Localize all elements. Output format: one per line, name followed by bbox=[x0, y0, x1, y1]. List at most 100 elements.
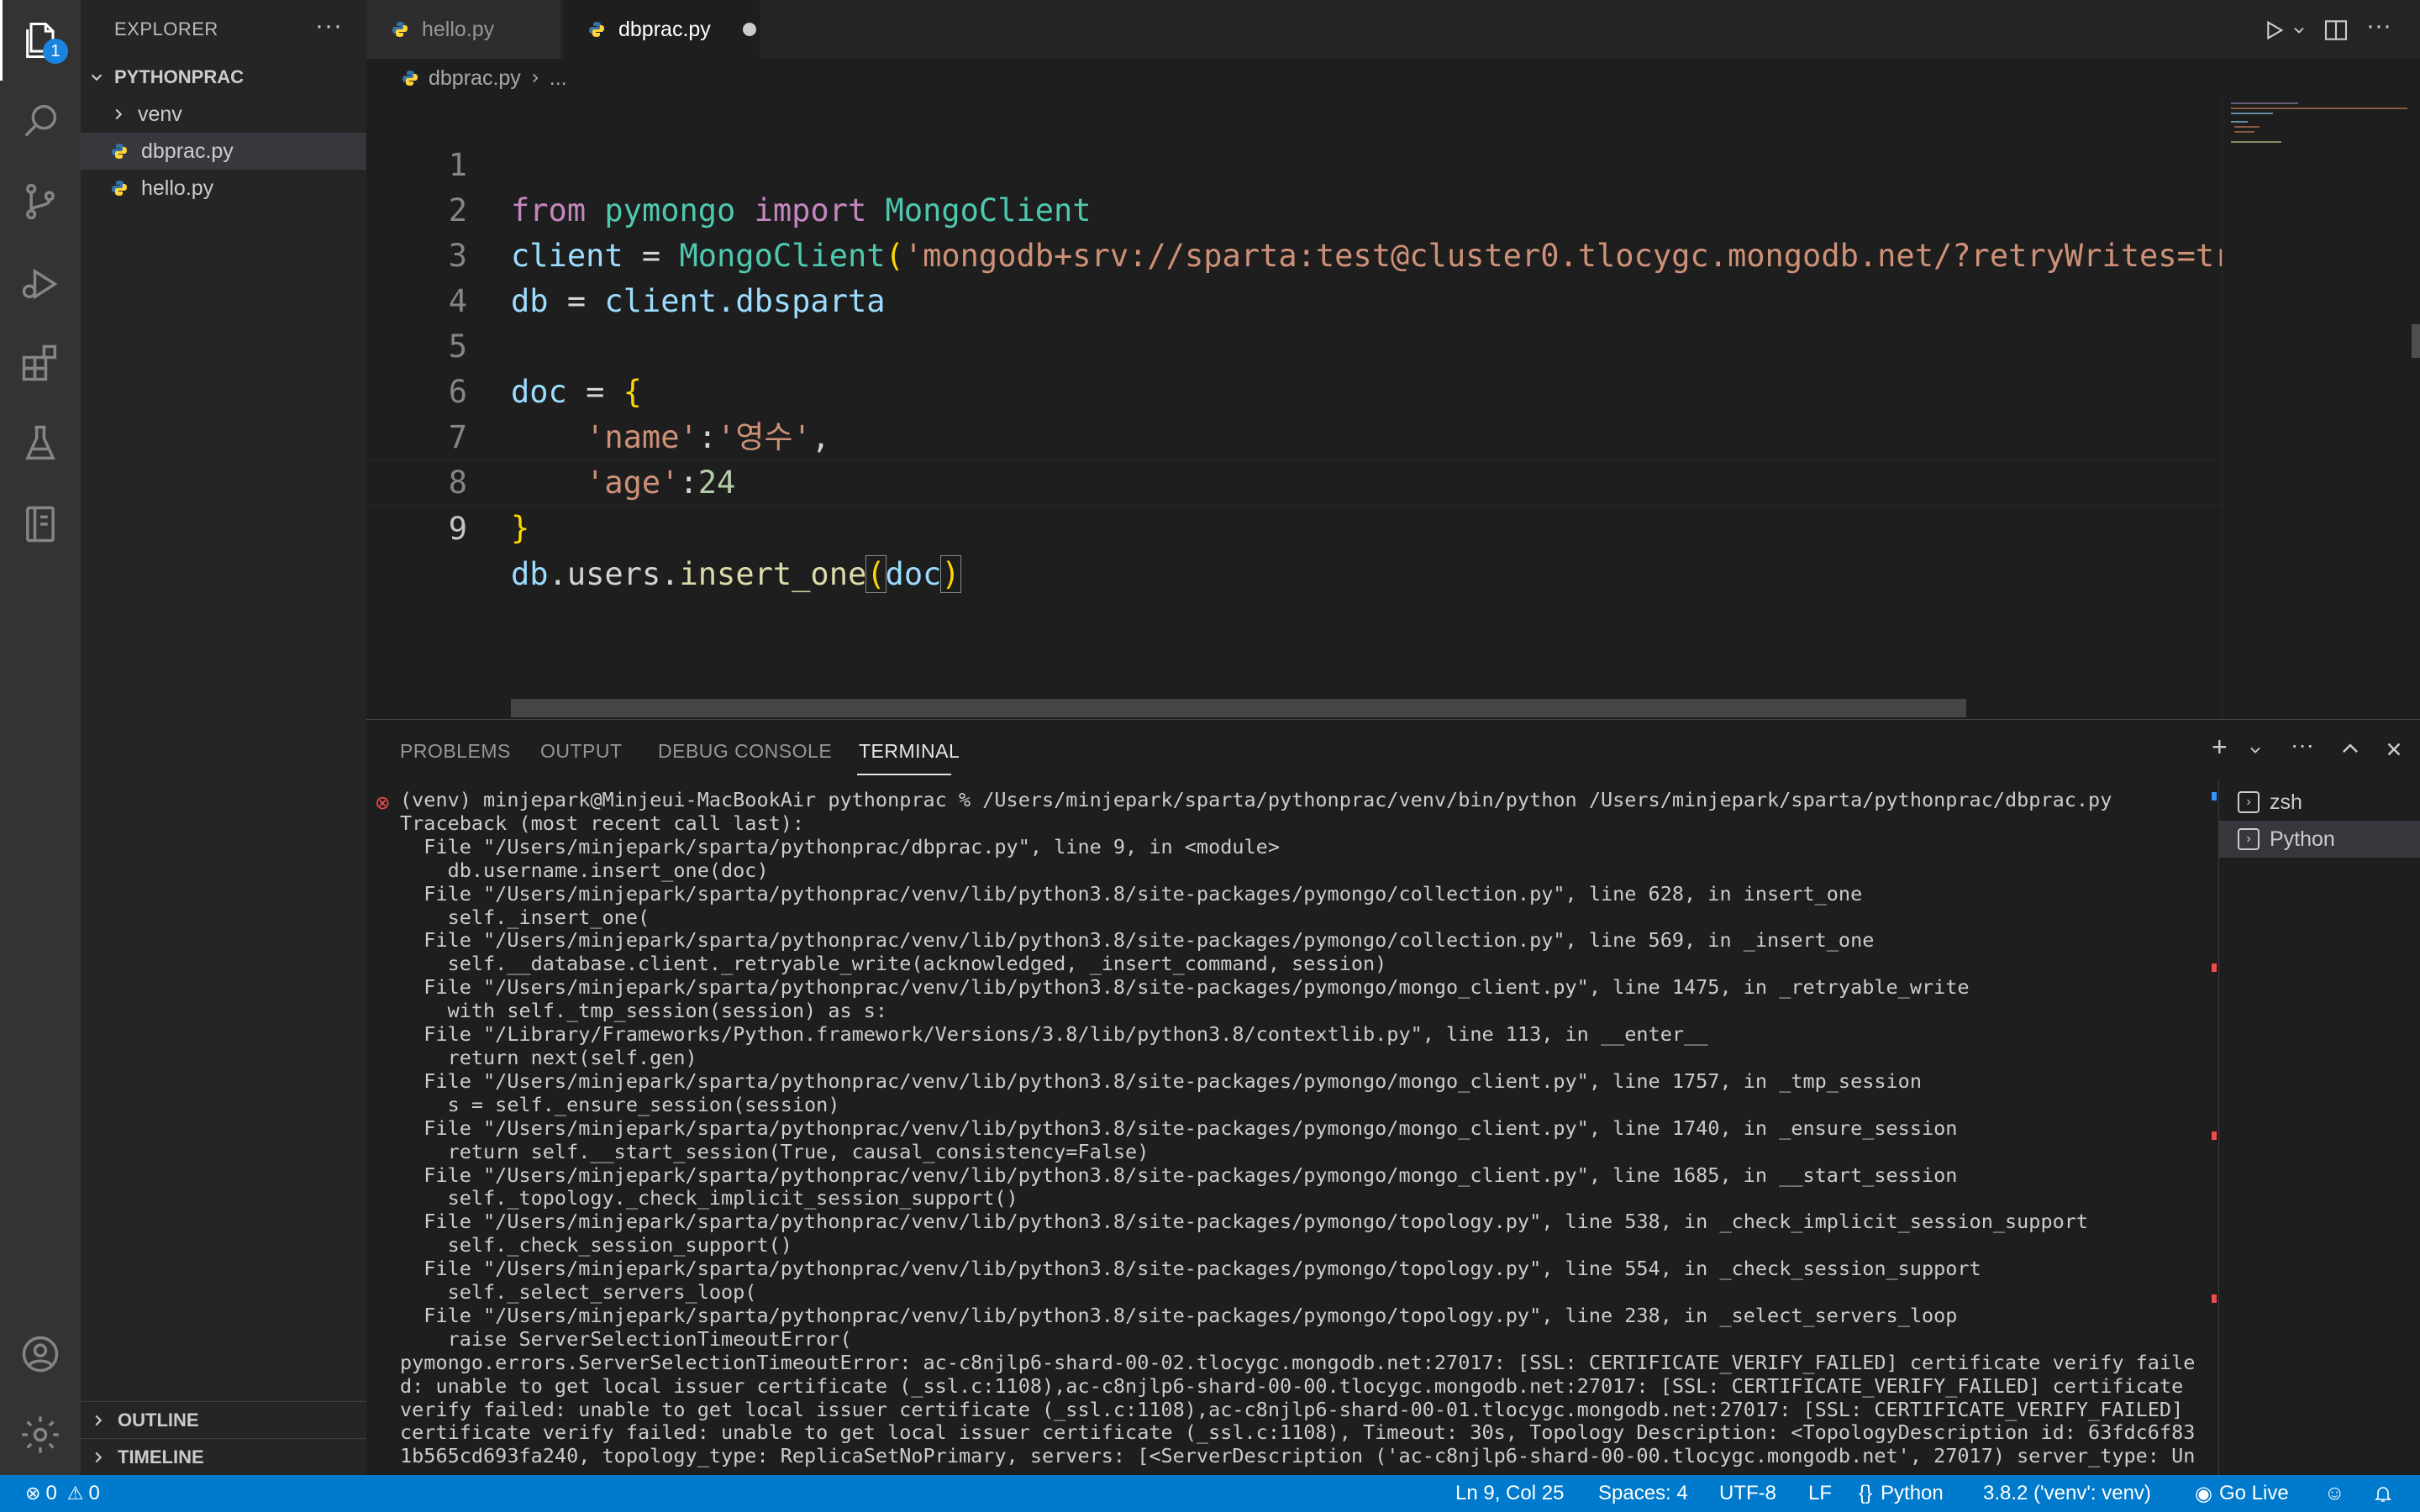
error-count: 0 bbox=[45, 1482, 57, 1504]
end-of-line[interactable]: LF bbox=[1808, 1475, 1832, 1512]
maximize-panel-icon[interactable] bbox=[2339, 738, 2361, 764]
timeline-section[interactable]: TIMELINE bbox=[81, 1438, 366, 1475]
indentation[interactable]: Spaces: 4 bbox=[1598, 1475, 1688, 1512]
settings-gear-icon[interactable] bbox=[0, 1394, 81, 1475]
chevron-right-icon bbox=[532, 73, 539, 83]
folder-name: PYTHONPRAC bbox=[114, 66, 245, 87]
cursor-position[interactable]: Ln 9, Col 25 bbox=[1455, 1475, 1564, 1512]
scroll-marker bbox=[2212, 792, 2217, 801]
token: .users. bbox=[548, 556, 680, 592]
tab-terminal[interactable]: TERMINAL bbox=[859, 740, 960, 763]
scroll-marker bbox=[2212, 963, 2217, 972]
code-line: 5 doc = { bbox=[366, 279, 2222, 410]
notebook-icon[interactable] bbox=[0, 484, 81, 564]
tab-problems[interactable]: PROBLEMS bbox=[400, 740, 511, 763]
chevron-right-icon bbox=[95, 1452, 103, 1462]
python-file-icon bbox=[392, 22, 408, 37]
active-tab-indicator bbox=[857, 774, 951, 775]
breadcrumb: dbprac.py ... bbox=[366, 59, 2215, 97]
folder-root[interactable]: PYTHONPRAC bbox=[81, 59, 366, 96]
split-editor-icon[interactable] bbox=[2323, 17, 2349, 44]
testing-icon[interactable] bbox=[0, 403, 81, 484]
code-line: 3 db = client.dbsparta bbox=[366, 188, 2222, 319]
tree-item-dbprac[interactable]: dbprac.py bbox=[81, 133, 366, 170]
activity-bar: 1 bbox=[0, 0, 81, 1475]
feedback-icon[interactable]: ☺ bbox=[2324, 1475, 2345, 1512]
python-interpreter[interactable]: 3.8.2 ('venv': venv) bbox=[1983, 1475, 2151, 1512]
terminal-icon: › bbox=[2238, 828, 2260, 850]
language-mode[interactable]: {} Python bbox=[1859, 1475, 1944, 1512]
horizontal-scrollbar[interactable] bbox=[511, 699, 1966, 717]
tab-hello[interactable]: hello.py bbox=[366, 0, 560, 59]
warning-count: 0 bbox=[88, 1482, 100, 1504]
editor-more-icon[interactable]: ··· bbox=[2366, 12, 2391, 40]
run-dropdown-chevron-icon[interactable] bbox=[2291, 22, 2307, 39]
explorer-sidebar: EXPLORER ··· PYTHONPRAC venv dbprac.py h… bbox=[81, 0, 366, 1475]
run-debug-icon[interactable] bbox=[0, 242, 81, 323]
terminal-item-label: Python bbox=[2270, 827, 2335, 851]
terminal-item-python[interactable]: › Python bbox=[2219, 821, 2420, 858]
language-label: Python bbox=[1881, 1482, 1944, 1504]
terminal-dropdown-chevron-icon[interactable] bbox=[2247, 742, 2264, 763]
run-file-icon[interactable] bbox=[2260, 17, 2287, 44]
terminal-list: › zsh › Python bbox=[2218, 779, 2420, 1476]
error-icon: ⊗ bbox=[25, 1483, 41, 1504]
python-file-icon bbox=[112, 181, 127, 196]
breadcrumb-more[interactable]: ... bbox=[550, 66, 567, 91]
timeline-label: TIMELINE bbox=[118, 1446, 204, 1467]
tree-item-label: venv bbox=[138, 102, 182, 126]
tab-dbprac[interactable]: dbprac.py bbox=[563, 0, 760, 59]
tree-item-label: hello.py bbox=[141, 176, 214, 200]
search-icon[interactable] bbox=[0, 81, 81, 161]
terminal-item-zsh[interactable]: › zsh bbox=[2219, 784, 2420, 821]
notifications-bell-icon[interactable] bbox=[2373, 1475, 2393, 1512]
chevron-right-icon bbox=[115, 108, 123, 120]
tab-label: dbprac.py bbox=[618, 17, 711, 41]
token: db bbox=[511, 556, 549, 592]
go-live-label: Go Live bbox=[2218, 1482, 2289, 1504]
bottom-panel: PROBLEMS OUTPUT DEBUG CONSOLE TERMINAL +… bbox=[366, 719, 2420, 1476]
code-line-current: 9 db.users.insert_one(doc) bbox=[366, 460, 2222, 593]
close-panel-icon[interactable] bbox=[2383, 738, 2405, 764]
token: ( bbox=[865, 555, 886, 593]
chevron-right-icon bbox=[95, 1415, 103, 1425]
terminal-output[interactable]: (venv) minjepark@Minjeui-MacBookAir pyth… bbox=[400, 789, 2207, 1469]
tree-item-venv[interactable]: venv bbox=[81, 96, 366, 133]
warning-icon: ⚠ bbox=[66, 1483, 84, 1504]
unsaved-dot-icon[interactable] bbox=[742, 23, 756, 36]
minimap[interactable] bbox=[2222, 97, 2420, 719]
breadcrumb-file[interactable]: dbprac.py bbox=[429, 66, 521, 91]
account-icon[interactable] bbox=[0, 1314, 81, 1394]
braces-icon: {} bbox=[1859, 1482, 1873, 1504]
python-file-icon bbox=[112, 144, 127, 159]
encoding[interactable]: UTF-8 bbox=[1719, 1475, 1776, 1512]
broadcast-icon: ◉ bbox=[2195, 1482, 2212, 1505]
token: insert_one bbox=[679, 556, 867, 592]
outline-label: OUTLINE bbox=[118, 1409, 199, 1431]
line-number: 9 bbox=[448, 511, 467, 547]
explorer-icon[interactable]: 1 bbox=[0, 0, 81, 81]
tab-debug-console[interactable]: DEBUG CONSOLE bbox=[658, 740, 832, 763]
more-actions-icon[interactable]: ··· bbox=[315, 12, 343, 40]
tree-item-label: dbprac.py bbox=[141, 139, 234, 163]
terminal-item-label: zsh bbox=[2270, 790, 2302, 814]
explorer-badge: 1 bbox=[43, 39, 68, 64]
scroll-marker bbox=[2212, 1294, 2217, 1303]
code-editor[interactable]: 1 from pymongo import MongoClient 2 clie… bbox=[366, 97, 2270, 719]
problems-status[interactable]: ⊗ 0 ⚠ 0 bbox=[25, 1475, 100, 1512]
source-control-icon[interactable] bbox=[0, 161, 81, 242]
outline-section[interactable]: OUTLINE bbox=[81, 1401, 366, 1438]
terminal-icon: › bbox=[2238, 791, 2260, 813]
tree-item-hello[interactable]: hello.py bbox=[81, 170, 366, 207]
go-live[interactable]: ◉ Go Live bbox=[2195, 1475, 2289, 1512]
tab-label: hello.py bbox=[422, 17, 495, 41]
editor-tabs: hello.py dbprac.py ··· bbox=[366, 0, 2420, 59]
code-line: 1 from pymongo import MongoClient bbox=[366, 97, 2222, 228]
python-file-icon bbox=[589, 22, 604, 37]
tab-output[interactable]: OUTPUT bbox=[540, 740, 623, 763]
panel-more-icon[interactable]: ··· bbox=[2291, 732, 2314, 759]
new-terminal-icon[interactable]: + bbox=[2212, 732, 2228, 763]
chevron-down-icon bbox=[91, 74, 103, 81]
token: ) bbox=[940, 555, 961, 593]
extensions-icon[interactable] bbox=[0, 323, 81, 403]
